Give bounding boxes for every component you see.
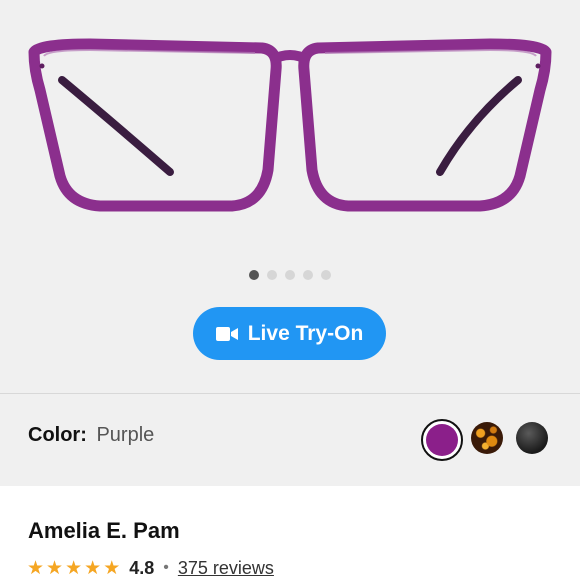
rating-separator: • bbox=[163, 559, 169, 576]
color-selector: Color: Purple bbox=[0, 394, 580, 486]
pagination-dot[interactable] bbox=[321, 270, 331, 280]
pagination-dot[interactable] bbox=[267, 270, 277, 280]
image-pagination-dots bbox=[0, 270, 580, 280]
product-image-gallery[interactable]: Live Try-On bbox=[0, 0, 580, 393]
tortoise-swatch-fill bbox=[471, 422, 503, 454]
star-icon: ★ bbox=[27, 557, 45, 579]
live-try-on-label: Live Try-On bbox=[247, 321, 364, 345]
purple-swatch-fill bbox=[426, 424, 458, 456]
video-camera-icon bbox=[215, 326, 238, 342]
star-icon: ★ bbox=[103, 557, 121, 579]
pagination-dot[interactable] bbox=[303, 270, 313, 280]
rating-value: 4.8 bbox=[129, 557, 155, 578]
live-try-on-button[interactable]: Live Try-On bbox=[193, 307, 386, 360]
pagination-dot[interactable] bbox=[285, 270, 295, 280]
rating-row: ★ ★ ★ ★ ★ 4.8 • 375 reviews bbox=[27, 557, 274, 579]
swatch-tortoise[interactable] bbox=[471, 422, 507, 458]
product-page: Live Try-On Color: Purple Amelia E. Pam … bbox=[0, 0, 580, 580]
black-swatch-fill bbox=[516, 422, 548, 454]
star-icon: ★ bbox=[65, 557, 83, 579]
product-name: Amelia E. Pam bbox=[28, 518, 180, 543]
pagination-dot[interactable] bbox=[249, 270, 259, 280]
product-info: Amelia E. Pam ★ ★ ★ ★ ★ 4.8 • 375 review… bbox=[0, 486, 580, 580]
color-label: Color: Purple bbox=[28, 424, 154, 447]
swatch-purple[interactable] bbox=[421, 419, 463, 461]
reviews-link[interactable]: 375 reviews bbox=[178, 558, 274, 579]
color-label-key: Color: bbox=[28, 424, 87, 446]
star-rating: ★ ★ ★ ★ ★ bbox=[27, 559, 120, 578]
swatch-black[interactable] bbox=[516, 422, 552, 458]
star-icon: ★ bbox=[84, 557, 102, 579]
glasses-product-image bbox=[28, 38, 552, 212]
star-icon: ★ bbox=[46, 557, 64, 579]
color-selected-value: Purple bbox=[96, 424, 155, 446]
